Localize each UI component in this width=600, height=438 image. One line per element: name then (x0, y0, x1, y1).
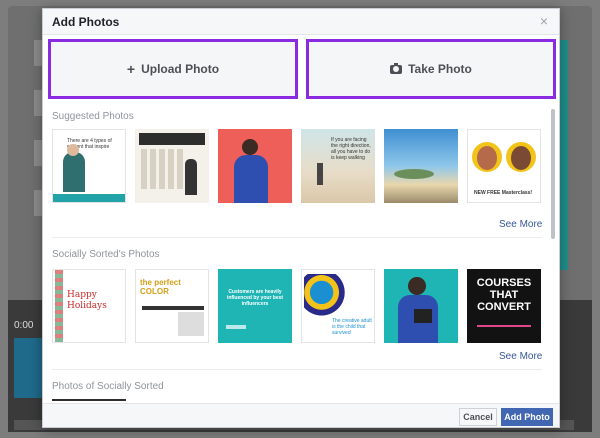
vertical-scrollbar[interactable] (551, 109, 555, 239)
socially-sorted-photo-2[interactable]: the perfect COLOR (135, 269, 209, 343)
background-field (34, 190, 42, 216)
section-title-socially-sorted: Socially Sorted's Photos (52, 249, 160, 260)
suggested-photo-6[interactable]: NEW FREE Masterclass! (467, 129, 541, 203)
see-more-suggested-link[interactable]: See More (499, 219, 542, 230)
socially-sorted-photo-6[interactable]: COURSES THAT CONVERT (467, 269, 541, 343)
photos-of-photo-1[interactable] (52, 399, 126, 401)
socially-sorted-photo-3[interactable]: Customers are heavily influenced by your… (218, 269, 292, 343)
add-photo-button[interactable]: Add Photo (501, 408, 553, 426)
photo-caption: COURSES THAT CONVERT (476, 277, 532, 313)
section-title-suggested: Suggested Photos (52, 111, 134, 122)
photo-caption: Customers are heavily influenced by your… (226, 289, 284, 307)
photo-caption: NEW FREE Masterclass! (474, 190, 533, 196)
background-field (34, 90, 42, 116)
upload-photo-label: Upload Photo (141, 62, 220, 76)
photo-scroll-area[interactable]: Suggested Photos There are 4 types of co… (43, 105, 551, 401)
section-divider (52, 237, 542, 238)
background-time: 0:00 (14, 320, 34, 331)
camera-icon (390, 62, 403, 74)
dialog-title: Add Photos (52, 15, 120, 29)
section-divider (52, 369, 542, 370)
socially-sorted-photo-5[interactable] (384, 269, 458, 343)
upload-photo-button[interactable]: + Upload Photo (48, 39, 298, 99)
photo-caption: Happy Holidays (67, 290, 107, 311)
background-field (34, 140, 42, 166)
photo-caption: If you are facing the right direction, a… (331, 137, 371, 161)
background-thumbnail (14, 338, 42, 398)
plus-icon: + (126, 61, 136, 77)
suggested-photo-5[interactable] (384, 129, 458, 203)
suggested-photo-2[interactable] (135, 129, 209, 203)
take-photo-button[interactable]: Take Photo (306, 39, 556, 99)
suggested-photo-1[interactable]: There are 4 types of content that inspir… (52, 129, 126, 203)
photo-caption: The creative adult is the child that sur… (332, 318, 372, 336)
suggested-photo-3[interactable] (218, 129, 292, 203)
upload-options: + Upload Photo Take Photo (48, 39, 556, 99)
take-photo-label: Take Photo (408, 62, 472, 76)
background-field (34, 40, 42, 66)
close-icon[interactable]: × (537, 14, 551, 28)
photo-caption: the perfect COLOR (140, 278, 181, 296)
socially-sorted-photo-1[interactable]: Happy Holidays (52, 269, 126, 343)
section-title-photos-of: Photos of Socially Sorted (52, 381, 164, 392)
socially-sorted-photo-4[interactable]: The creative adult is the child that sur… (301, 269, 375, 343)
add-photos-dialog: Add Photos × + Upload Photo Take Photo S… (42, 8, 560, 428)
suggested-photo-4[interactable]: If you are facing the right direction, a… (301, 129, 375, 203)
dialog-footer: Cancel Add Photo (43, 403, 559, 427)
cancel-button[interactable]: Cancel (459, 408, 497, 426)
see-more-socially-sorted-link[interactable]: See More (499, 351, 542, 362)
dialog-header: Add Photos × (43, 9, 559, 35)
